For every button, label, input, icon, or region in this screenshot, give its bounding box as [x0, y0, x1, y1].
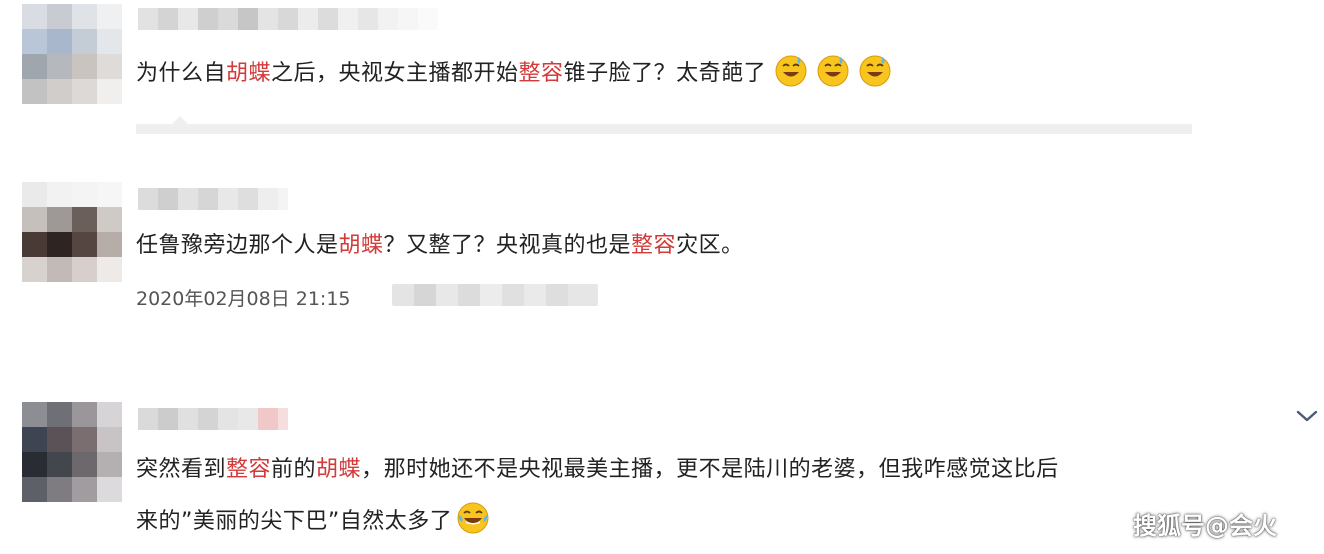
- grinning-sweat-emoji: [859, 55, 891, 87]
- avatar[interactable]: [22, 182, 122, 286]
- highlight-keyword[interactable]: 胡蝶: [316, 457, 361, 482]
- highlight-keyword[interactable]: 整容: [519, 61, 564, 86]
- avatar[interactable]: [22, 402, 122, 502]
- text-segment: 来的”美丽的尖下巴”自然太多了: [136, 509, 453, 534]
- highlight-keyword[interactable]: 整容: [226, 457, 271, 482]
- comment-text: 任鲁豫旁边那个人是胡蝶？又整了？央视真的也是整容灾区。: [136, 220, 744, 272]
- chevron-down-icon[interactable]: [1294, 406, 1320, 426]
- tears-of-joy-emoji: [457, 502, 489, 534]
- username-blurred[interactable]: [138, 8, 438, 30]
- text-segment: 任鲁豫旁边那个人是: [136, 233, 339, 258]
- highlight-keyword[interactable]: 胡蝶: [226, 61, 271, 86]
- text-segment: 灾区。: [676, 233, 744, 258]
- comment-text: 为什么自胡蝶之后，央视女主播都开始整容锥子脸了？太奇葩了: [136, 48, 892, 100]
- comment-text-line1: 突然看到整容前的胡蝶，那时她还不是央视最美主播，更不是陆川的老婆，但我咋感觉这比…: [136, 444, 1059, 496]
- comment-item: 为什么自胡蝶之后，央视女主播都开始整容锥子脸了？太奇葩了: [0, 0, 1324, 140]
- grinning-sweat-emoji: [817, 55, 849, 87]
- text-segment: 之后，央视女主播都开始: [271, 61, 519, 86]
- watermark: 搜狐号@会火: [1133, 512, 1277, 540]
- device-source-blurred: [392, 284, 598, 306]
- avatar[interactable]: [22, 4, 122, 104]
- grinning-sweat-emoji: [775, 55, 807, 87]
- highlight-keyword[interactable]: 整容: [631, 233, 676, 258]
- reply-divider: [136, 116, 1192, 134]
- text-segment: 前的: [271, 457, 317, 482]
- text-segment: 为什么自: [136, 61, 227, 86]
- username-blurred[interactable]: [138, 188, 288, 210]
- comment-item: 突然看到整容前的胡蝶，那时她还不是央视最美主播，更不是陆川的老婆，但我咋感觉这比…: [0, 400, 1324, 554]
- text-segment: ？又整了？央视真的也是: [383, 233, 632, 258]
- text-segment: 突然看到: [136, 457, 227, 482]
- text-segment: ，那时她还不是央视最美主播，更不是陆川的老婆，但我咋感觉这比后: [361, 457, 1059, 482]
- text-segment: 锥子脸了？太奇葩了: [563, 61, 767, 86]
- comment-text-line2: 来的”美丽的尖下巴”自然太多了: [136, 496, 490, 548]
- comment-timestamp: 2020年02月08日 21:15: [136, 288, 351, 310]
- comment-item: 任鲁豫旁边那个人是胡蝶？又整了？央视真的也是整容灾区。 2020年02月08日 …: [0, 180, 1324, 330]
- username-blurred[interactable]: [138, 408, 288, 430]
- highlight-keyword[interactable]: 胡蝶: [339, 233, 384, 258]
